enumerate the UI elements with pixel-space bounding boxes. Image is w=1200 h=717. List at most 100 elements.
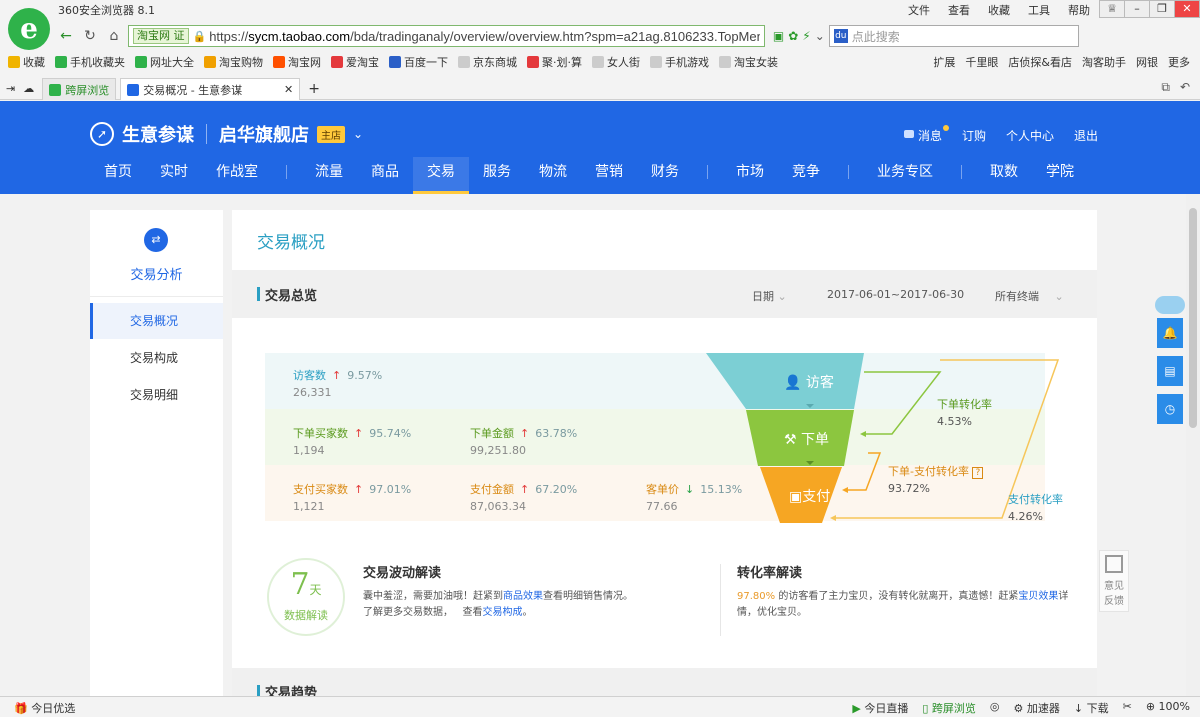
bookmark-item[interactable]: 百度一下: [389, 54, 448, 70]
shop-switch-chevron-icon[interactable]: ⌄: [353, 127, 363, 141]
nav-item[interactable]: 物流: [525, 157, 581, 194]
toolbar-extension-item[interactable]: 千里眼: [965, 54, 998, 70]
sidebar-toggle-icon[interactable]: ⇥: [6, 78, 15, 100]
nav-item[interactable]: 财务: [637, 157, 693, 194]
skin-icon[interactable]: ♕: [1099, 0, 1125, 18]
terminal-selector[interactable]: 所有终端 ⌄: [995, 288, 1064, 304]
daily-picks[interactable]: 🎁 今日优选: [14, 700, 75, 716]
site-badge[interactable]: 淘宝网 证: [133, 28, 189, 44]
zoom-level[interactable]: ⊕ 100%: [1146, 700, 1190, 716]
maximize-icon[interactable]: ❐: [1149, 0, 1175, 18]
scrollbar-thumb[interactable]: [1189, 208, 1197, 428]
menu-favorites[interactable]: 收藏: [988, 2, 1010, 18]
bookmark-icon: [650, 56, 662, 68]
timer-icon[interactable]: ◷: [1157, 394, 1183, 424]
tab-close-icon[interactable]: ✕: [284, 83, 293, 96]
refresh-icon[interactable]: ↻: [80, 26, 100, 46]
sidebar-item-details[interactable]: 交易明细: [90, 377, 223, 413]
accelerator-button[interactable]: ⚙ 加速器: [1014, 700, 1060, 716]
tab-trade-overview[interactable]: 交易概况 - 生意参谋 ✕: [120, 78, 301, 100]
safety-icon[interactable]: ✿: [788, 29, 798, 43]
toolbar-extension-item[interactable]: 店侦探&看店: [1008, 54, 1072, 70]
menu-view[interactable]: 查看: [948, 2, 970, 18]
bookmark-item[interactable]: 京东商城: [458, 54, 517, 70]
nav-item[interactable]: 取数: [976, 157, 1032, 194]
trade-composition-link[interactable]: 交易构成: [483, 607, 523, 618]
item-effect-link[interactable]: 宝贝效果: [1018, 591, 1058, 602]
bookmark-item[interactable]: 手机收藏夹: [55, 54, 125, 70]
bookmark-item[interactable]: 聚·划·算: [527, 54, 582, 70]
bookmark-item[interactable]: 女人街: [592, 54, 640, 70]
nav-item[interactable]: 竞争: [778, 157, 834, 194]
profile-link[interactable]: 个人中心: [1006, 127, 1054, 144]
live-button[interactable]: ▶ 今日直播: [852, 700, 908, 716]
bookmark-item[interactable]: 淘宝网: [273, 54, 321, 70]
bookmark-item[interactable]: 爱淘宝: [331, 54, 379, 70]
shop-name[interactable]: 启华旗舰店: [219, 121, 309, 147]
back-icon[interactable]: ←: [56, 26, 76, 46]
download-button[interactable]: ↓ 下载: [1074, 700, 1109, 716]
speed-icon[interactable]: ⚡: [802, 29, 810, 43]
cloud-icon[interactable]: ☁: [23, 78, 34, 100]
page-scrollbar[interactable]: [1186, 194, 1200, 696]
seven-day-badge[interactable]: 7天 数据解读: [267, 558, 345, 636]
new-tab-icon[interactable]: +: [308, 78, 320, 100]
nav-item[interactable]: 流量: [301, 157, 357, 194]
connector-order-conv: [862, 371, 942, 435]
date-selector[interactable]: 日期 ⌄: [752, 288, 787, 304]
product-name[interactable]: 生意参谋: [122, 121, 194, 147]
nav-item[interactable]: 商品: [357, 157, 413, 194]
bookmark-item[interactable]: 淘宝购物: [204, 54, 263, 70]
minimize-icon[interactable]: –: [1124, 0, 1150, 18]
product-effect-link[interactable]: 商品效果: [503, 591, 543, 602]
bell-icon[interactable]: 🔔: [1157, 318, 1183, 348]
sidebar-item-overview[interactable]: 交易概况: [90, 303, 223, 339]
status-bar: 🎁 今日优选 ▶ 今日直播 ▯ 跨屏浏览 ◎ ⚙ 加速器 ↓ 下载 ✂ ⊕ 10…: [0, 696, 1200, 717]
nav-item[interactable]: 业务专区: [863, 157, 947, 194]
help-icon[interactable]: ?: [972, 467, 984, 479]
undo-close-icon[interactable]: ↶: [1180, 80, 1190, 95]
bookmark-item[interactable]: 手机游戏: [650, 54, 709, 70]
nav-item[interactable]: 学院: [1032, 157, 1088, 194]
bookmark-item[interactable]: 网址大全: [135, 54, 194, 70]
compat-mode-icon[interactable]: ▣: [773, 29, 784, 43]
toolbar-extension-item[interactable]: 更多: [1168, 54, 1190, 70]
nav-item[interactable]: 市场: [722, 157, 778, 194]
messages-link[interactable]: 消息: [903, 125, 949, 144]
tab-cross-screen[interactable]: 跨屏浏览: [42, 78, 117, 100]
subscribe-link[interactable]: 订购: [962, 127, 986, 144]
chat-icon[interactable]: ▤: [1157, 356, 1183, 386]
toolbar-extension-item[interactable]: 淘客助手: [1082, 54, 1126, 70]
overview-title: 交易总览: [265, 289, 318, 304]
bookmark-item[interactable]: 收藏: [8, 54, 45, 70]
nav-item[interactable]: 实时: [146, 157, 202, 194]
search-input[interactable]: 点此搜索: [852, 28, 900, 45]
menu-tools[interactable]: 工具: [1028, 2, 1050, 18]
nav-item[interactable]: 交易: [413, 157, 469, 194]
restore-tab-icon[interactable]: ⧉: [1161, 80, 1170, 95]
toolbar-extension-item[interactable]: 网银: [1136, 54, 1158, 70]
nav-item[interactable]: 服务: [469, 157, 525, 194]
home-icon[interactable]: ⌂: [104, 26, 124, 46]
address-bar[interactable]: 淘宝网 证 🔒 https://sycm.taobao.com/bda/trad…: [128, 25, 765, 47]
bookmark-icon: [527, 56, 539, 68]
search-box[interactable]: du 点此搜索: [828, 25, 1079, 47]
logout-link[interactable]: 退出: [1074, 127, 1098, 144]
sidebar-item-composition[interactable]: 交易构成: [90, 340, 223, 376]
nav-item[interactable]: 首页: [90, 157, 146, 194]
menu-help[interactable]: 帮助: [1068, 2, 1090, 18]
nav-item[interactable]: 营销: [581, 157, 637, 194]
cross-screen-button[interactable]: ▯ 跨屏浏览: [922, 700, 976, 716]
conversion-block: 转化率解读 97.80% 的访客看了主力宝贝，没有转化就离开，真遗憾！赶紧宝贝效…: [737, 562, 1082, 621]
url-text[interactable]: https://sycm.taobao.com/bda/tradinganaly…: [209, 29, 760, 44]
menu-file[interactable]: 文件: [908, 2, 930, 18]
toolbar-extension-item[interactable]: 扩展: [933, 54, 955, 70]
close-icon[interactable]: ✕: [1174, 0, 1200, 18]
feedback-box[interactable]: 意见反馈: [1099, 550, 1129, 612]
dropdown-icon[interactable]: ⌄: [815, 29, 825, 43]
nav-item[interactable]: 作战室: [202, 157, 272, 194]
screenshot-icon[interactable]: ✂: [1123, 700, 1132, 716]
speedup-icon[interactable]: ◎: [990, 700, 1000, 716]
fluctuation-text: 囊中羞涩，需要加油哦！赶紧到商品效果查看明细销售情况。 了解更多交易数据， 查看…: [363, 591, 633, 618]
bookmark-item[interactable]: 淘宝女装: [719, 54, 778, 70]
